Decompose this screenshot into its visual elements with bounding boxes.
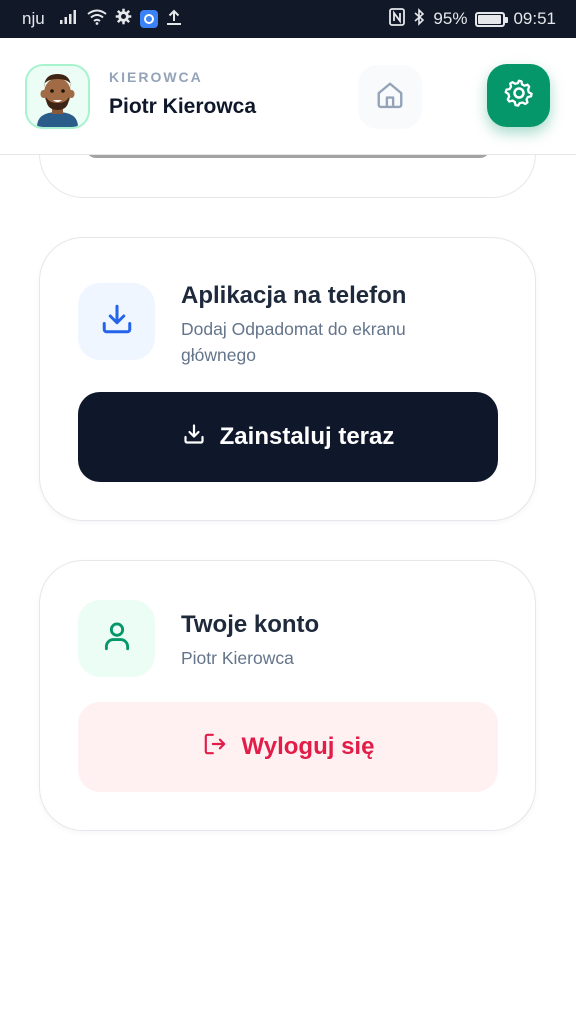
home-button[interactable] (358, 65, 422, 129)
carrier-label: nju (22, 9, 45, 28)
user-name: Piotr Kierowca (109, 95, 257, 118)
account-card-subtitle: Piotr Kierowca (181, 648, 294, 668)
logout-button[interactable]: Wyloguj się (78, 702, 498, 792)
signal-icon (59, 9, 79, 30)
download-icon-tile (78, 283, 155, 360)
clock: 09:51 (513, 9, 556, 28)
bluetooth-icon (413, 7, 425, 31)
status-bar-left: nju (22, 8, 182, 30)
install-now-button[interactable]: Zainstaluj teraz (78, 392, 498, 482)
logout-button-label: Wyloguj się (241, 733, 375, 760)
wifi-icon (87, 9, 107, 30)
app-header: KIEROWCA Piotr Kierowca (0, 38, 576, 155)
install-app-card: Aplikacja na telefon Dodaj Odpadomat do … (39, 237, 536, 521)
battery-level (478, 14, 502, 24)
user-icon-tile (78, 600, 155, 677)
app-notification-icon (139, 10, 158, 28)
status-bar-right: 95% 09:51 (389, 7, 556, 31)
settings-button[interactable] (487, 64, 550, 127)
settings-gear-icon (504, 78, 534, 113)
install-card-subtitle: Dodaj Odpadomat do ekranu głównego (181, 319, 406, 365)
nfc-icon (389, 7, 406, 31)
download-icon (99, 301, 135, 342)
account-card: Twoje konto Piotr Kierowca Wyloguj się (39, 560, 536, 831)
upload-icon (166, 8, 182, 30)
home-icon (375, 80, 405, 115)
install-button-label: Zainstaluj teraz (219, 423, 395, 450)
install-download-icon (182, 422, 206, 453)
status-bar: nju 95% 09:51 (0, 0, 576, 38)
gear-small-icon (115, 8, 132, 30)
account-card-title: Twoje konto (181, 611, 320, 638)
user-icon (100, 619, 134, 658)
avatar[interactable] (25, 64, 90, 129)
battery-percent: 95% (433, 9, 468, 28)
install-card-title: Aplikacja na telefon (181, 282, 407, 309)
user-role: KIEROWCA (109, 69, 203, 85)
logout-icon (202, 731, 228, 764)
battery-icon (475, 11, 509, 27)
